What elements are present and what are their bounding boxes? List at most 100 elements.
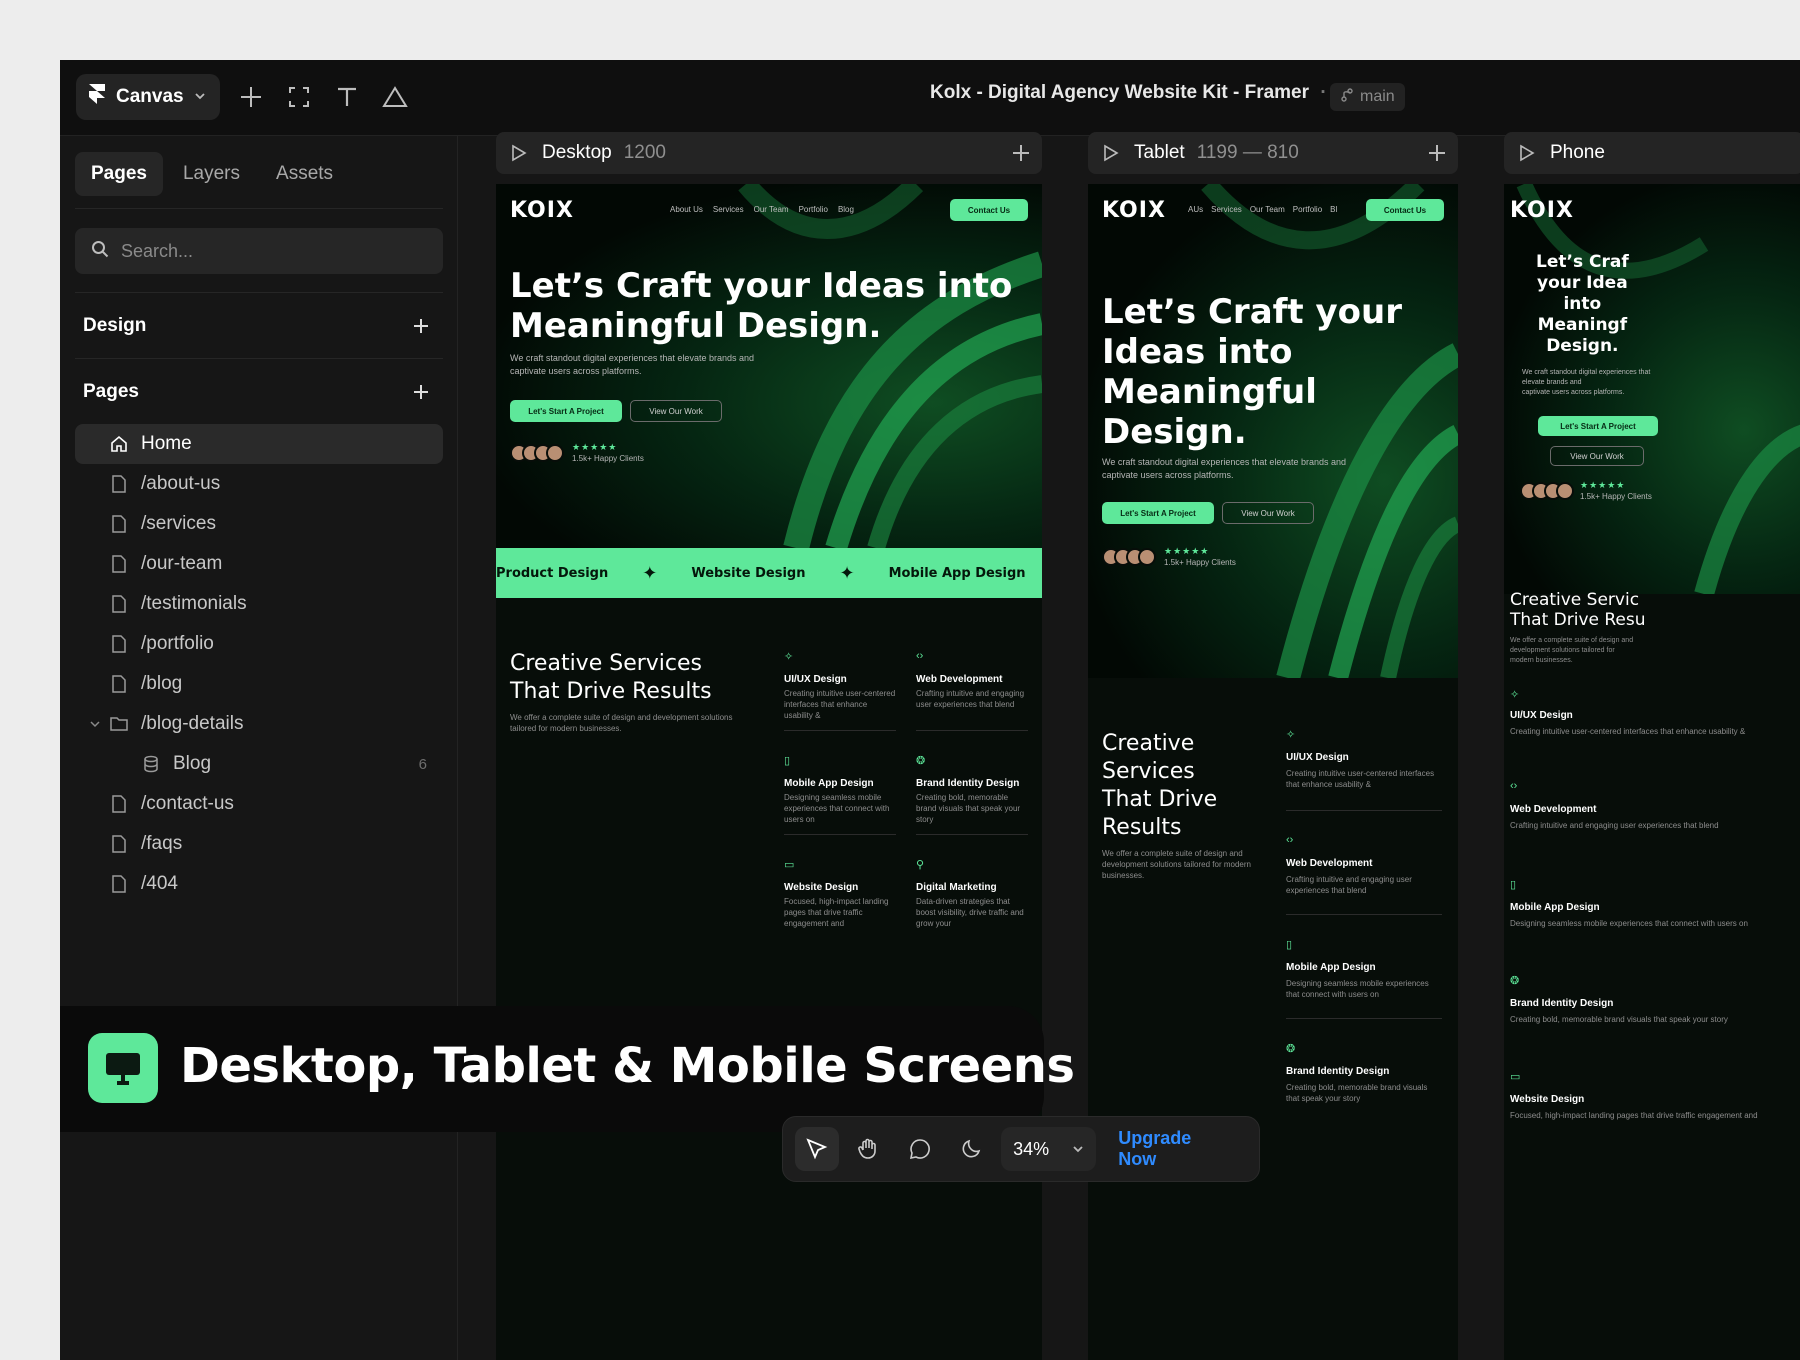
- client-avatars: [510, 444, 564, 462]
- ticker-item: Website Design: [691, 565, 806, 581]
- upgrade-button[interactable]: Upgrade Now: [1104, 1127, 1247, 1171]
- service-desc: Creating intuitive user-centered interfa…: [784, 689, 896, 720]
- page-item-our-team[interactable]: /our-team: [75, 544, 443, 584]
- site-logo[interactable]: KOIX: [1510, 198, 1574, 223]
- tab-pages[interactable]: Pages: [75, 152, 163, 196]
- nav-link[interactable]: AUs: [1188, 205, 1203, 214]
- hand-tool-icon[interactable]: [847, 1127, 891, 1171]
- hero-headline: Let’s Craft your Ideas into Meaningful D…: [510, 266, 1013, 346]
- hero-subtext: We craft standout digital experiences th…: [1102, 457, 1346, 480]
- design-label: Design: [83, 315, 147, 336]
- desktop-breakpoint-header[interactable]: Desktop 1200: [496, 132, 1042, 174]
- page-item-services[interactable]: /services: [75, 504, 443, 544]
- service-title: Web Development: [1510, 804, 1597, 815]
- divider: [1286, 914, 1442, 915]
- comment-tool-icon[interactable]: [898, 1127, 942, 1171]
- page-item-blog-collection[interactable]: Blog 6: [75, 744, 443, 784]
- page-icon: [109, 674, 129, 694]
- page-item-about-us[interactable]: /about-us: [75, 464, 443, 504]
- nav-link[interactable]: About Us: [670, 205, 703, 214]
- nav-link[interactable]: Services: [1211, 205, 1242, 214]
- frame-tool-icon[interactable]: [282, 80, 316, 114]
- site-logo[interactable]: KOIX: [1102, 198, 1166, 223]
- page-item-faqs[interactable]: /faqs: [75, 824, 443, 864]
- page-item-404[interactable]: /404: [75, 864, 443, 904]
- text-tool-icon[interactable]: [330, 80, 364, 114]
- page-item-testimonials[interactable]: /testimonials: [75, 584, 443, 624]
- tablet-frame[interactable]: KOIX AUs Services Our Team Portfolio Bl …: [1088, 184, 1458, 1360]
- service-icon: ✧: [784, 651, 794, 663]
- start-project-button[interactable]: Let's Start A Project: [510, 400, 622, 422]
- nav-link[interactable]: Our Team: [1250, 205, 1285, 214]
- page-item-contact-us[interactable]: /contact-us: [75, 784, 443, 824]
- breakpoint-size: 1200: [623, 142, 666, 163]
- service-icon: ‹›: [1286, 834, 1294, 846]
- service-desc: Crafting intuitive and engaging user exp…: [916, 689, 1025, 709]
- pointer-tool-icon[interactable]: [795, 1127, 839, 1171]
- nav-link[interactable]: Bl: [1330, 205, 1337, 214]
- contact-button[interactable]: Contact Us: [950, 199, 1028, 221]
- zoom-select[interactable]: 34%: [1001, 1127, 1097, 1171]
- page-icon: [109, 794, 129, 814]
- page-item-home[interactable]: Home: [75, 424, 443, 464]
- services-title: Creative Servic That Drive Resu: [1510, 590, 1646, 630]
- framer-logo-icon: [88, 83, 106, 111]
- canvas-menu-button[interactable]: Canvas: [76, 74, 220, 120]
- pages-label: Pages: [83, 381, 139, 402]
- service-title: Mobile App Design: [784, 778, 874, 789]
- view-work-button[interactable]: View Our Work: [1550, 446, 1644, 466]
- ticker-item: Product Design: [496, 565, 609, 581]
- chevron-down-icon[interactable]: [85, 714, 105, 734]
- tab-assets[interactable]: Assets: [260, 152, 349, 196]
- sparkle-icon: ✦: [642, 562, 658, 584]
- services-ticker: Product Design ✦ Website Design ✦ Mobile…: [496, 548, 1042, 598]
- tab-layers[interactable]: Layers: [167, 152, 256, 196]
- services-title: Creative Services That Drive Results: [1102, 731, 1218, 840]
- nav-link[interactable]: Services: [713, 205, 744, 214]
- hero-section: KOIX Let’s Craf your Idea into Meaningf …: [1504, 184, 1800, 594]
- search-icon: [91, 240, 109, 263]
- hero-subtext: We craft standout digital experiences th…: [1522, 369, 1651, 396]
- start-project-button[interactable]: Let's Start A Project: [1538, 416, 1658, 436]
- nav-link[interactable]: Blog: [838, 205, 854, 214]
- view-work-button[interactable]: View Our Work: [1222, 502, 1314, 524]
- add-breakpoint-icon[interactable]: [1008, 140, 1034, 166]
- play-icon[interactable]: [1514, 141, 1538, 165]
- service-title: Digital Marketing: [916, 882, 997, 893]
- services-subtext: We offer a complete suite of design and …: [510, 713, 733, 733]
- nav-link[interactable]: Our Team: [754, 205, 789, 214]
- service-desc: Focused, high-impact landing pages that …: [784, 897, 889, 928]
- page-icon: [109, 554, 129, 574]
- page-item-portfolio[interactable]: /portfolio: [75, 624, 443, 664]
- phone-frame[interactable]: KOIX Let’s Craf your Idea into Meaningf …: [1504, 184, 1800, 1360]
- service-title: Mobile App Design: [1286, 962, 1376, 973]
- page-item-blog-details[interactable]: /blog-details: [75, 704, 443, 744]
- page-item-blog[interactable]: /blog: [75, 664, 443, 704]
- tablet-breakpoint-header[interactable]: Tablet 1199 — 810: [1088, 132, 1458, 174]
- contact-button[interactable]: Contact Us: [1366, 199, 1444, 221]
- service-desc: Designing seamless mobile experiences th…: [1510, 919, 1748, 928]
- design-section-header: Design: [75, 306, 443, 346]
- nav-link[interactable]: Portfolio: [799, 205, 828, 214]
- vector-tool-icon[interactable]: [378, 80, 412, 114]
- start-project-button[interactable]: Let's Start A Project: [1102, 502, 1214, 524]
- service-icon: ❂: [1286, 1043, 1296, 1055]
- dark-mode-icon[interactable]: [950, 1127, 994, 1171]
- play-icon[interactable]: [1098, 141, 1122, 165]
- page-icon: [109, 594, 129, 614]
- nav-link[interactable]: Portfolio: [1293, 205, 1322, 214]
- branch-badge[interactable]: main: [1330, 83, 1405, 111]
- site-nav: AUs Services Our Team Portfolio Bl: [1188, 205, 1337, 214]
- search-input[interactable]: Search...: [75, 228, 443, 274]
- site-logo[interactable]: KOIX: [510, 198, 574, 223]
- add-design-icon[interactable]: [407, 312, 435, 340]
- play-icon[interactable]: [506, 141, 530, 165]
- insert-plus-icon[interactable]: [234, 80, 268, 114]
- add-breakpoint-icon[interactable]: [1424, 140, 1450, 166]
- phone-breakpoint-header[interactable]: Phone: [1504, 132, 1800, 174]
- desktop-frame[interactable]: KOIX About Us Services Our Team Portfoli…: [496, 184, 1042, 1360]
- add-page-icon[interactable]: [407, 378, 435, 406]
- document-title: Kolx - Digital Agency Website Kit - Fram…: [930, 82, 1327, 103]
- services-title: Creative Services That Drive Results: [510, 651, 712, 704]
- view-work-button[interactable]: View Our Work: [630, 400, 722, 422]
